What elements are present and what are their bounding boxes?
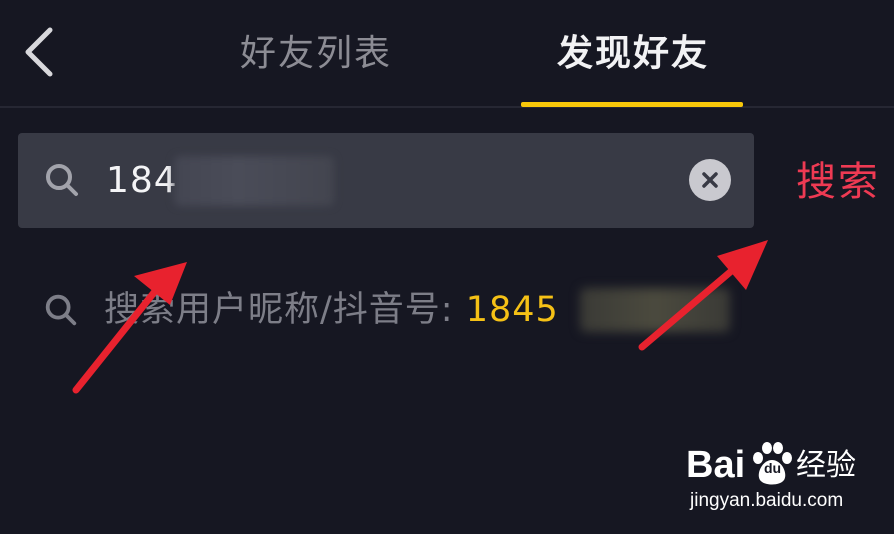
search-icon: [46, 164, 78, 196]
baidu-jingyan-watermark: Bai du 经验 jingyan.baidu.com: [686, 440, 876, 520]
suggestion-query: 1845: [465, 290, 559, 330]
search-icon: [45, 294, 77, 326]
active-tab-indicator: [521, 102, 743, 107]
watermark-product: 经验: [796, 448, 856, 483]
chevron-left-icon: [25, 27, 53, 77]
search-button[interactable]: 搜索: [796, 154, 880, 210]
search-input[interactable]: 184: [106, 157, 178, 205]
back-button[interactable]: [14, 22, 64, 82]
suggestion-prefix: 搜索用户昵称/抖音号:: [104, 290, 466, 330]
search-field[interactable]: 184: [18, 133, 754, 228]
screen: 好友列表 发现好友 184 搜索 搜索用户昵称/抖音号: 1845 Bai du…: [0, 0, 894, 534]
header: 好友列表 发现好友: [0, 0, 894, 108]
watermark-url: jingyan.baidu.com: [690, 490, 844, 511]
clear-search-button[interactable]: [689, 159, 731, 201]
search-suggestion-item[interactable]: 搜索用户昵称/抖音号: 1845: [40, 282, 800, 338]
watermark-brand: Bai: [686, 444, 746, 486]
watermark-brand-du: du: [764, 460, 782, 476]
redacted-input-text: [174, 156, 334, 206]
redacted-suggestion-text: [580, 288, 730, 332]
close-icon: [702, 172, 718, 188]
tab-discover-friends[interactable]: 发现好友: [557, 26, 709, 82]
tab-friends-list[interactable]: 好友列表: [240, 26, 392, 82]
suggestion-text: 搜索用户昵称/抖音号: 1845: [104, 282, 559, 338]
